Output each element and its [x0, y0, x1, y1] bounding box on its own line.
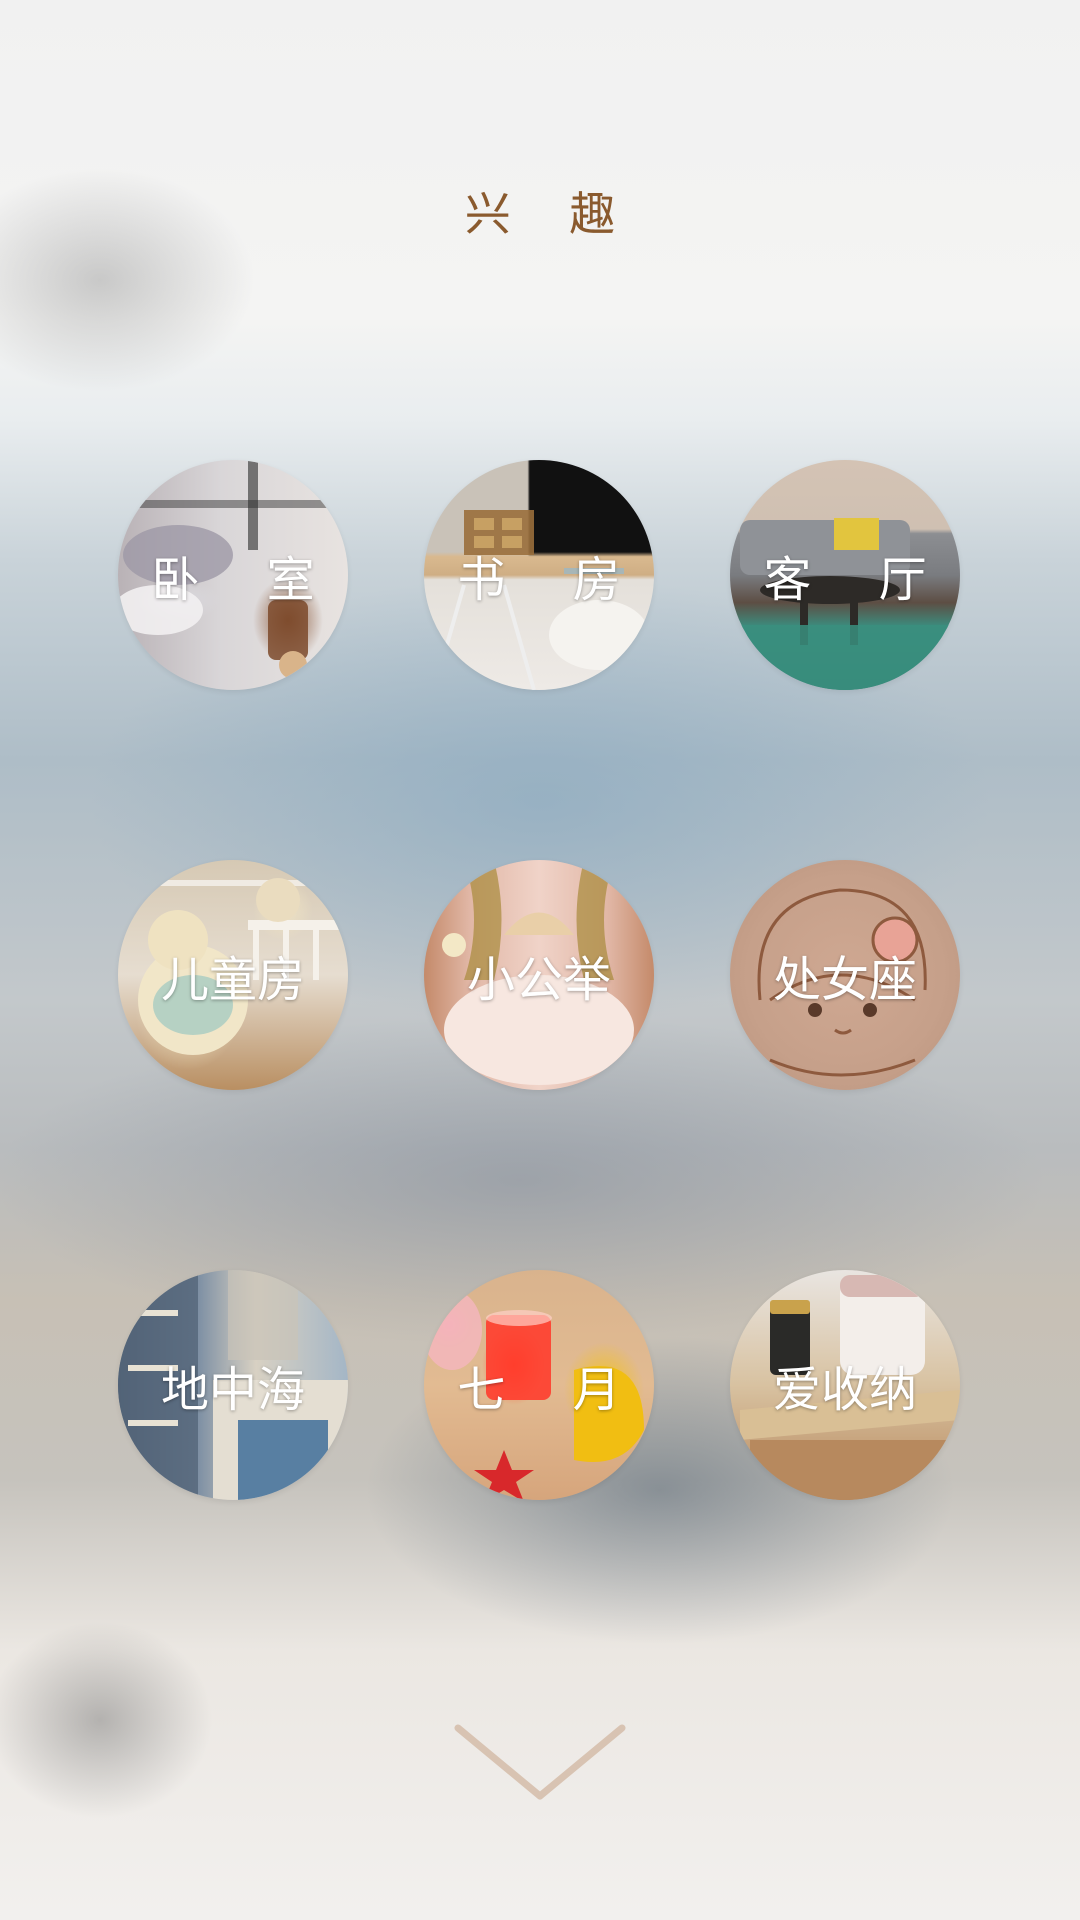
interest-kids-room[interactable]: 儿童房: [118, 860, 348, 1090]
interest-label: 卧 室: [151, 552, 341, 608]
interest-label: 七 月: [457, 1362, 647, 1418]
interest-bedroom[interactable]: 卧 室: [118, 460, 348, 690]
interest-grid: 卧 室 书 房 客 厅 儿童房 小公举 处女座 地中海 七 月 爱收纳: [0, 0, 1080, 1920]
interest-july[interactable]: 七 月: [424, 1270, 654, 1500]
interest-label: 儿童房: [160, 952, 305, 1008]
interest-label: 书 房: [457, 552, 647, 608]
interest-mediterranean[interactable]: 地中海: [118, 1270, 348, 1500]
interest-living-room[interactable]: 客 厅: [730, 460, 960, 690]
interest-storage[interactable]: 爱收纳: [730, 1270, 960, 1500]
interest-princess[interactable]: 小公举: [424, 860, 654, 1090]
interest-study[interactable]: 书 房: [424, 460, 654, 690]
interest-label: 爱收纳: [772, 1362, 917, 1418]
interest-label: 地中海: [160, 1362, 305, 1418]
interest-label: 客 厅: [763, 552, 953, 608]
interest-virgo[interactable]: 处女座: [730, 860, 960, 1090]
interest-label: 处女座: [772, 952, 917, 1008]
scroll-down-button[interactable]: [454, 1722, 626, 1802]
chevron-down-icon: [454, 1724, 626, 1800]
interest-label: 小公举: [466, 952, 611, 1008]
